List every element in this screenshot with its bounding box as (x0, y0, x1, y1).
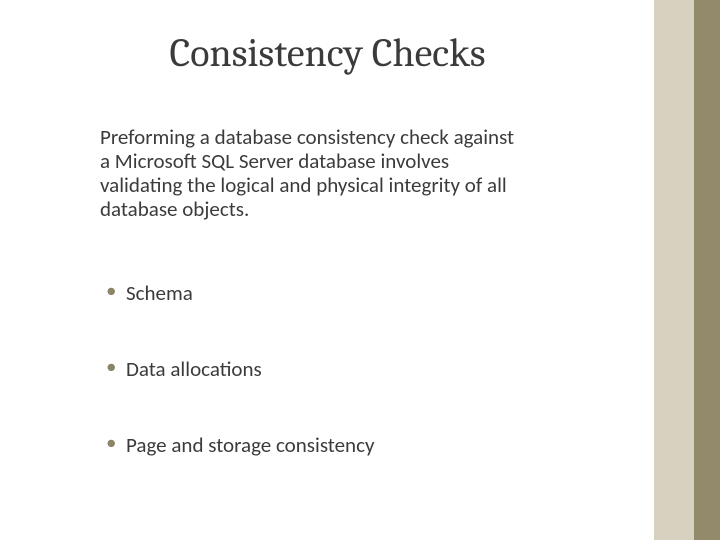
slide-paragraph: Preforming a database consistency check … (100, 125, 520, 222)
slide-title: Consistency Checks (0, 30, 655, 76)
bullet-list: Schema Data allocations Page and storage… (100, 280, 520, 508)
bullet-label: Data allocations (126, 356, 262, 382)
list-item: Page and storage consistency (100, 432, 520, 458)
list-item: Schema (100, 280, 520, 306)
slide: Consistency Checks Preforming a database… (0, 0, 720, 540)
list-item: Data allocations (100, 356, 520, 382)
bullet-label: Schema (126, 280, 193, 306)
bullet-label: Page and storage consistency (126, 432, 374, 458)
sidebar-accent-dark (694, 0, 720, 540)
sidebar-accent-light (654, 0, 694, 540)
